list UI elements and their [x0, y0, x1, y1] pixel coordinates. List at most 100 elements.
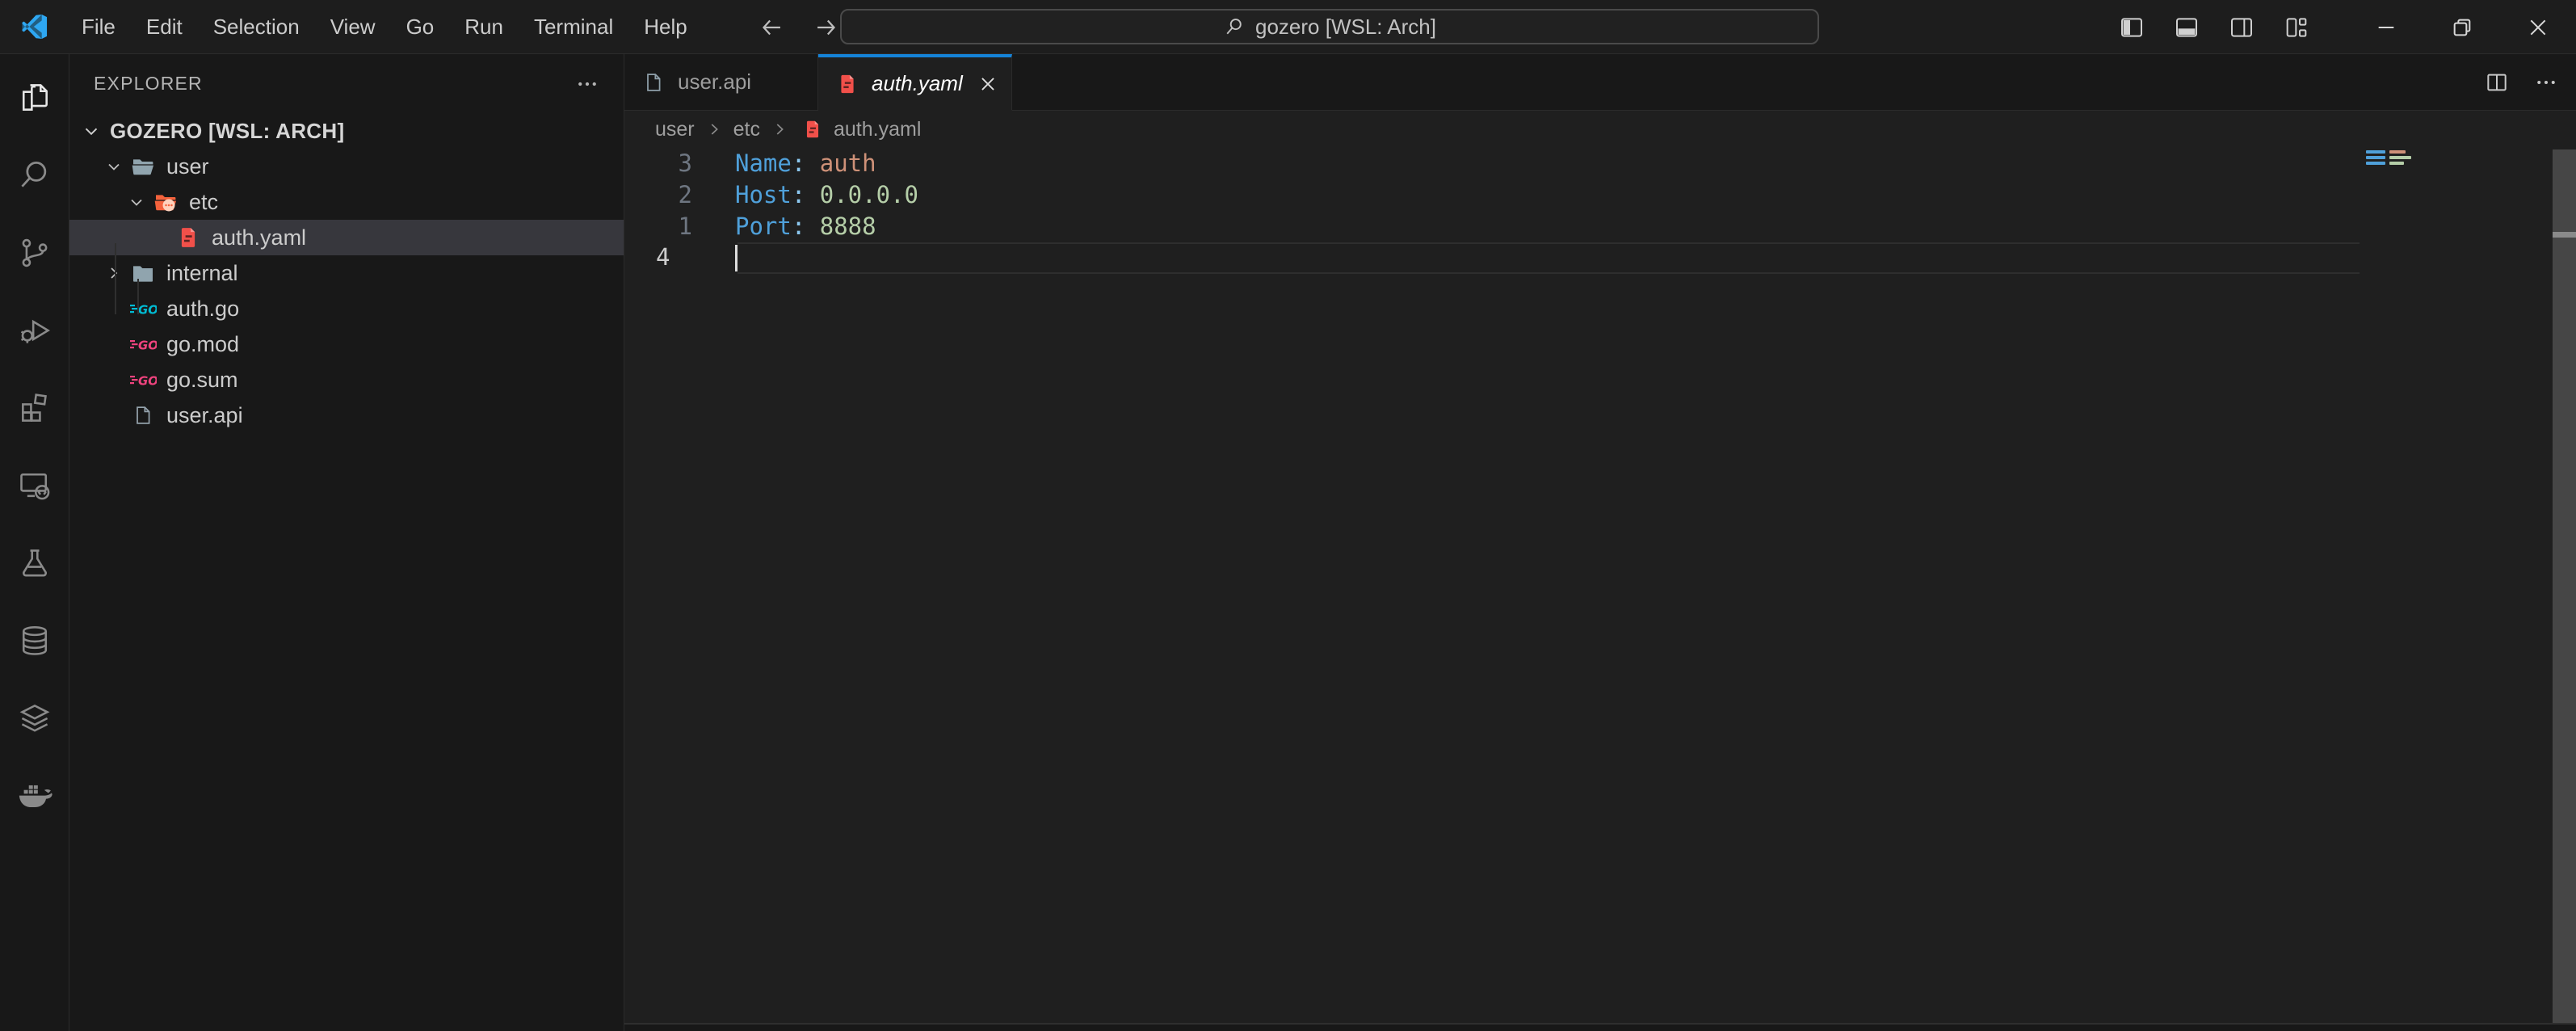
editor-actions	[2484, 54, 2558, 111]
minimize-button[interactable]	[2348, 0, 2424, 54]
tree-item-label: go.mod	[166, 332, 239, 357]
explorer-header: EXPLORER	[69, 54, 624, 113]
toggle-secondary-sidebar-icon[interactable]	[2224, 10, 2259, 45]
code-area[interactable]: 3 Name: auth 2 Host: 0.0.0.0 1 Port: 888…	[624, 148, 2552, 273]
minimap-line	[2366, 156, 2423, 159]
restore-button[interactable]	[2424, 0, 2500, 54]
yaml-separator: :	[792, 181, 820, 208]
menu-view[interactable]: View	[315, 0, 391, 53]
tree-item-user[interactable]: user	[69, 149, 624, 184]
tab-user-api[interactable]: user.api	[624, 54, 818, 110]
breadcrumb-item-etc[interactable]: etc	[733, 118, 760, 141]
minimap[interactable]	[2366, 150, 2423, 167]
editor-group: user.api auth.yaml user etc auth.ya	[624, 54, 2576, 1031]
editor-scrollbar[interactable]	[2553, 149, 2576, 1023]
generic-file-icon	[129, 404, 157, 427]
menu-selection[interactable]: Selection	[198, 0, 315, 53]
yaml-key: Name	[735, 149, 792, 177]
tree-item-etc[interactable]: etc	[69, 184, 624, 220]
command-center-search[interactable]: gozero [WSL: Arch]	[840, 9, 1819, 44]
code-line-2: 2 Host: 0.0.0.0	[624, 179, 2552, 211]
svg-text:GO: GO	[138, 303, 157, 318]
code-content: Name: auth	[692, 149, 876, 177]
menu-edit[interactable]: Edit	[131, 0, 198, 53]
svg-text:GO: GO	[138, 339, 157, 353]
tree-item-label: user.api	[166, 403, 243, 428]
code-content: Host: 0.0.0.0	[692, 181, 918, 208]
tree-item-go-mod[interactable]: GO go.mod	[69, 326, 624, 362]
menu-file[interactable]: File	[66, 0, 131, 53]
close-tab-icon[interactable]	[977, 70, 998, 98]
generic-file-icon	[642, 71, 665, 94]
menu-go[interactable]: Go	[391, 0, 450, 53]
tree-item-go-sum[interactable]: GO go.sum	[69, 362, 624, 398]
customize-layout-icon[interactable]	[2279, 10, 2314, 45]
line-number: 1	[624, 213, 692, 240]
search-icon	[1223, 15, 1246, 38]
yaml-key: Host	[735, 181, 792, 208]
testing-flask-icon[interactable]	[0, 524, 69, 602]
breadcrumb-item-user[interactable]: user	[655, 118, 695, 141]
back-arrow-icon[interactable]	[751, 6, 793, 48]
layers-icon[interactable]	[0, 680, 69, 757]
yaml-value: 8888	[820, 213, 876, 240]
split-editor-icon[interactable]	[2484, 69, 2510, 95]
more-actions-ellipsis-icon[interactable]	[2534, 70, 2558, 95]
titlebar-controls	[2114, 0, 2576, 54]
extensions-icon[interactable]	[0, 369, 69, 447]
go-mod-file-icon: GO	[129, 334, 157, 355]
code-line-4-current: 4	[624, 242, 2552, 273]
tree-item-user-api[interactable]: user.api	[69, 398, 624, 433]
search-view-icon[interactable]	[0, 137, 69, 214]
title-bar: File Edit Selection View Go Run Terminal…	[0, 0, 2576, 54]
folder-closed-icon	[129, 260, 157, 286]
tree-item-internal[interactable]: internal	[69, 255, 624, 291]
code-content: Port: 8888	[692, 213, 876, 240]
chevron-down-icon	[124, 192, 149, 212]
editor-bottom-edge	[624, 1023, 2576, 1031]
menu-terminal[interactable]: Terminal	[519, 0, 628, 53]
code-line-3: 1 Port: 8888	[624, 210, 2552, 242]
history-nav	[751, 0, 847, 54]
vscode-logo-icon	[19, 11, 50, 42]
toggle-primary-sidebar-icon[interactable]	[2114, 10, 2149, 45]
tree-root-gozero[interactable]: GOZERO [WSL: ARCH]	[69, 113, 624, 149]
chevron-right-icon	[771, 120, 788, 138]
line-number: 3	[624, 149, 692, 177]
chevron-right-icon	[705, 120, 723, 138]
remote-explorer-icon[interactable]	[0, 447, 69, 524]
tab-auth-yaml[interactable]: auth.yaml	[818, 54, 1012, 111]
line-number: 2	[624, 181, 692, 208]
menu-bar: File Edit Selection View Go Run Terminal…	[66, 0, 703, 53]
tree-item-label: user	[166, 154, 209, 179]
explorer-actions-ellipsis-icon[interactable]	[575, 72, 599, 96]
database-icon[interactable]	[0, 602, 69, 680]
text-cursor	[735, 245, 738, 271]
chevron-right-icon	[102, 263, 126, 283]
docker-icon[interactable]	[0, 757, 69, 835]
run-and-debug-icon[interactable]	[0, 292, 69, 369]
explorer-title: EXPLORER	[94, 73, 203, 95]
explorer-icon[interactable]	[0, 59, 69, 137]
tab-label: auth.yaml	[872, 71, 963, 96]
yaml-file-icon	[174, 225, 202, 250]
breadcrumb-item-auth-yaml[interactable]: auth.yaml	[834, 118, 921, 141]
layout-controls	[2114, 10, 2314, 45]
minimap-line	[2366, 162, 2423, 165]
menu-help[interactable]: Help	[628, 0, 702, 53]
tree-root-label: GOZERO [WSL: ARCH]	[110, 119, 344, 144]
breadcrumb: user etc auth.yaml	[624, 111, 2576, 148]
source-control-icon[interactable]	[0, 214, 69, 292]
go-file-icon: GO	[129, 298, 157, 319]
yaml-key: Port	[735, 213, 792, 240]
menu-run[interactable]: Run	[449, 0, 519, 53]
tree-item-auth-yaml[interactable]: auth.yaml	[69, 220, 624, 255]
toggle-panel-icon[interactable]	[2169, 10, 2204, 45]
tree-item-label: internal	[166, 261, 238, 286]
close-window-button[interactable]	[2500, 0, 2576, 54]
tree-item-auth-go[interactable]: GO auth.go	[69, 291, 624, 326]
code-line-1: 3 Name: auth	[624, 148, 2552, 179]
indent-guide	[137, 279, 139, 314]
yaml-file-icon	[802, 119, 823, 140]
svg-text:GO: GO	[138, 374, 157, 389]
